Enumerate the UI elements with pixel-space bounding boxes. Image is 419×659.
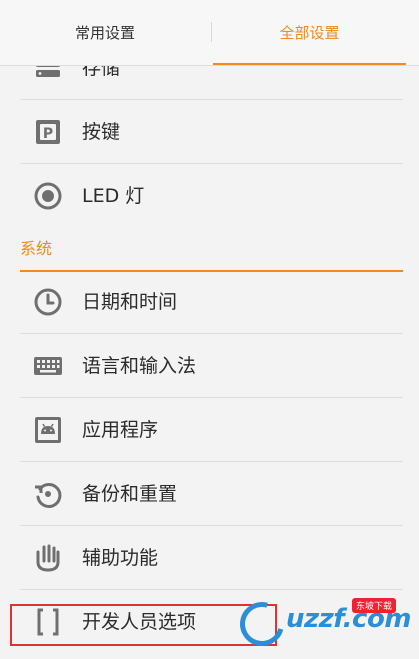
setting-item-apps[interactable]: 应用程序	[20, 398, 403, 462]
watermark-ring-icon	[231, 593, 293, 655]
setting-item-storage[interactable]: 存储	[20, 66, 403, 100]
setting-item-label: 辅助功能	[82, 547, 159, 569]
storage-icon	[36, 66, 60, 77]
hand-icon	[36, 544, 60, 572]
watermark-badge: 东坡下载	[352, 598, 397, 613]
setting-item-label: 应用程序	[82, 419, 159, 441]
setting-item-date-time[interactable]: 日期和时间	[20, 270, 403, 334]
setting-item-buttons[interactable]: P 按键	[20, 100, 403, 164]
svg-text:P: P	[43, 126, 53, 142]
tab-all-settings[interactable]: 全部设置	[213, 0, 406, 66]
setting-item-label: 日期和时间	[82, 291, 178, 313]
keyboard-icon	[34, 357, 62, 375]
setting-item-language-input[interactable]: 语言和输入法	[20, 334, 403, 398]
settings-tab-bar: 常用设置 全部设置	[0, 0, 419, 66]
section-title: 系统	[20, 239, 53, 258]
backup-restore-icon	[35, 482, 62, 508]
setting-item-accessibility[interactable]: 辅助功能	[20, 526, 403, 590]
settings-list[interactable]: 存储 P 按键 LED 灯 系统 日期和时间 语言和输入法 应用程序 备份和重置…	[0, 66, 419, 659]
setting-item-label: 按键	[82, 121, 121, 143]
setting-item-label: 备份和重置	[82, 483, 178, 505]
setting-item-label: 存储	[82, 66, 121, 79]
highlight-box	[10, 604, 277, 646]
setting-item-label: 语言和输入法	[82, 355, 197, 377]
section-header-system: 系统	[20, 228, 403, 272]
setting-item-label: LED 灯	[82, 185, 145, 207]
key-button-icon: P	[36, 120, 60, 144]
clock-icon	[34, 288, 62, 316]
led-light-icon	[34, 182, 62, 210]
tab-common-settings[interactable]: 常用设置	[0, 0, 210, 66]
setting-item-backup-reset[interactable]: 备份和重置	[20, 462, 403, 526]
setting-item-led[interactable]: LED 灯	[20, 164, 403, 228]
watermark-logo: uzzf.com 东坡下载	[231, 593, 412, 655]
android-app-icon	[35, 417, 61, 443]
tab-divider	[211, 22, 212, 42]
